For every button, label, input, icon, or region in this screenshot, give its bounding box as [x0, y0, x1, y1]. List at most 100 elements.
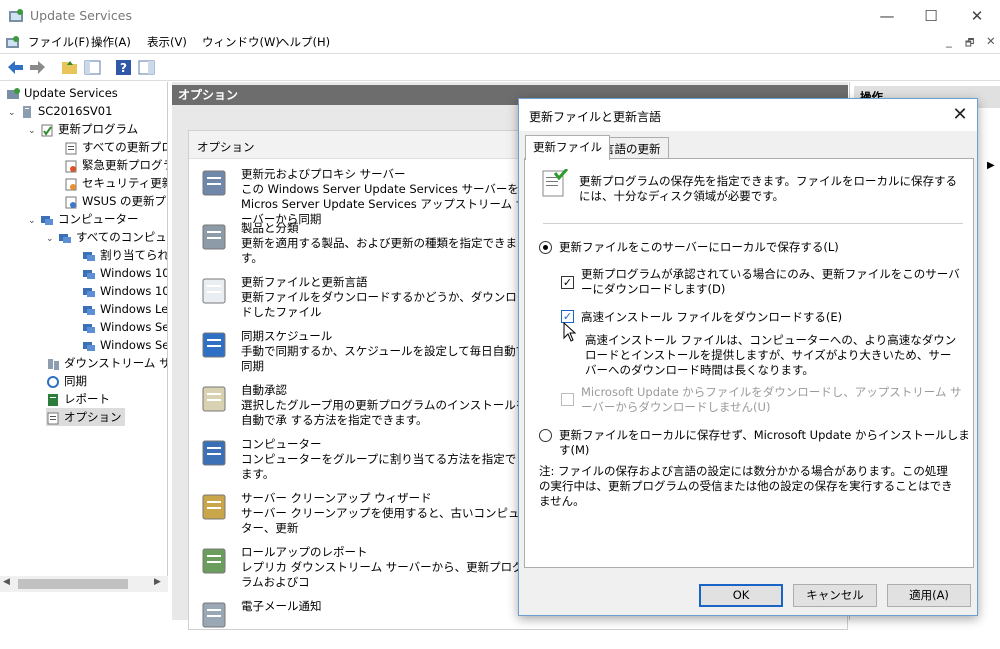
close-button[interactable]: ✕ [954, 0, 1000, 32]
scroll-right-icon[interactable]: ▶ [154, 577, 161, 587]
dialog-close-button[interactable]: ✕ [943, 101, 977, 129]
tree-item-downstream[interactable]: ダウンストリーム サーバ [46, 354, 167, 372]
microsoft-update-checkbox[interactable] [561, 393, 574, 406]
tree-label: セキュリティ更新プ [82, 176, 167, 190]
tree-item-computer-group[interactable]: Windows 10 [82, 264, 167, 282]
option-description: 手動で同期するか、スケジュールを設定して毎日自動で同期 [241, 344, 528, 373]
help-icon[interactable]: ? [114, 58, 133, 77]
tree-item-security-updates[interactable]: セキュリティ更新プ [64, 174, 167, 192]
tree-item-computer-group[interactable]: Windows 10 [82, 282, 168, 300]
store-locally-radio[interactable] [539, 241, 552, 254]
option-title[interactable]: ロールアップのレポート [241, 545, 368, 560]
ok-button[interactable]: OK [699, 584, 783, 607]
tree-item-server[interactable]: ⌄ SC2016SV01 [8, 102, 112, 120]
approved-only-label[interactable]: 更新プログラムが承認されている場合にのみ、更新ファイルをこのサーバーにダウンロー… [581, 267, 963, 297]
tree-label: 緊急更新プログラ [82, 158, 168, 172]
show-hide-tree-icon[interactable] [83, 58, 102, 77]
svg-text:?: ? [120, 61, 127, 75]
option-description: レプリカ ダウンストリーム サーバーから、更新プログラムおよびコ [241, 560, 524, 589]
email-icon [202, 602, 226, 628]
collapse-icon[interactable]: ⌄ [28, 212, 40, 230]
tree-horizontal-scrollbar[interactable]: ◀ ▶ [0, 576, 168, 592]
computer-group-icon [83, 305, 95, 315]
tree-label: WSUS の更新プロ [82, 194, 168, 208]
menu-action[interactable]: 操作(A) [91, 34, 131, 50]
menu-bar: ファイル(F) 操作(A) 表示(V) ウィンドウ(W) ヘルプ(H) _ 🗗 … [0, 32, 1000, 53]
up-folder-icon[interactable] [60, 58, 79, 77]
collapse-icon[interactable]: ⌄ [28, 122, 40, 140]
intro-text: 更新プログラムの保存先を指定できます。ファイルをローカルに保存するには、十分なデ… [579, 174, 958, 203]
tree-label-reports: レポート [64, 392, 110, 406]
option-title[interactable]: コンピューター [241, 437, 322, 452]
tree-item-computer-group[interactable]: Windows Se [82, 336, 167, 354]
update-view-icon [65, 142, 77, 154]
scroll-left-icon[interactable]: ◀ [3, 577, 10, 587]
tree-item-sync[interactable]: 同期 [46, 372, 87, 390]
mdi-close-button[interactable]: ✕ [986, 34, 996, 48]
console-icon[interactable] [5, 35, 20, 50]
option-title[interactable]: 更新元およびプロキシ サーバー [241, 167, 406, 182]
server-icon [202, 170, 226, 196]
tree-item-root[interactable]: Update Services [6, 84, 118, 102]
mdi-minimize-button[interactable]: _ [946, 34, 952, 48]
update-services-icon [7, 87, 20, 99]
tree-item-all-computers[interactable]: ⌄ すべてのコンピュー [46, 228, 167, 248]
tree-item-reports[interactable]: レポート [46, 390, 110, 408]
update-view-icon [65, 160, 77, 172]
computers-icon [41, 215, 53, 225]
updates-icon [41, 124, 53, 136]
forward-arrow-icon[interactable] [28, 58, 47, 77]
collapse-icon[interactable]: ⌄ [46, 230, 58, 248]
sync-icon [47, 375, 59, 388]
option-title[interactable]: サーバー クリーンアップ ウィザード [241, 491, 432, 506]
minimize-button[interactable]: — [864, 0, 910, 32]
option-title[interactable]: 電子メール通知 [241, 599, 322, 614]
mouse-cursor-icon [563, 322, 577, 342]
tree-label-server: SC2016SV01 [38, 104, 113, 118]
tree-item-computer-group[interactable]: Windows Se [82, 318, 167, 336]
tree-item-options[interactable]: オプション [46, 408, 125, 426]
tree-item-computer-group[interactable]: Windows Le [82, 300, 167, 318]
tab-update-files[interactable]: 更新ファイル [525, 135, 610, 160]
apply-button[interactable]: 適用(A) [887, 584, 971, 607]
option-title[interactable]: 製品と分類 [241, 221, 299, 236]
scroll-thumb[interactable] [18, 579, 128, 589]
computer-group-icon [83, 341, 95, 351]
approved-only-checkbox[interactable]: ✓ [561, 276, 574, 289]
sync-icon [202, 332, 226, 358]
action-pane-icon[interactable] [137, 58, 156, 77]
computer-group-icon [83, 323, 95, 333]
tree-item-wsus-updates[interactable]: WSUS の更新プロ [64, 192, 168, 210]
microsoft-update-label[interactable]: Microsoft Update からファイルをダウンロードし、アップストリーム… [581, 385, 963, 415]
tree-item-computer-group[interactable]: 割り当てられ [82, 246, 168, 264]
update-view-icon [65, 196, 77, 208]
computer-icon [202, 440, 226, 466]
tab-page: 更新プログラムの保存先を指定できます。ファイルをローカルに保存するには、十分なデ… [524, 158, 974, 568]
maximize-button[interactable]: ☐ [908, 0, 954, 32]
tree-label: Windows 10 [100, 284, 168, 298]
install-from-mu-radio[interactable] [539, 429, 552, 442]
install-from-mu-label[interactable]: 更新ファイルをローカルに保存せず、Microsoft Update からインスト… [559, 428, 973, 458]
menu-window[interactable]: ウィンドウ(W) [202, 34, 280, 50]
tree-item-updates[interactable]: ⌄ 更新プログラム [28, 120, 138, 138]
store-locally-label[interactable]: 更新ファイルをこのサーバーにローカルで保存する(L) [559, 240, 839, 255]
tree-item-critical-updates[interactable]: 緊急更新プログラ [64, 156, 168, 174]
menu-file[interactable]: ファイル(F) [28, 34, 90, 50]
tree-item-computers[interactable]: ⌄ コンピューター [28, 210, 139, 228]
back-arrow-icon[interactable] [6, 58, 25, 77]
expand-arrow-icon[interactable]: ▶ [987, 160, 995, 171]
tree-label: すべてのコンピュー [76, 230, 167, 244]
menu-view[interactable]: 表示(V) [147, 34, 187, 50]
option-title[interactable]: 更新ファイルと更新言語 [241, 275, 368, 290]
menu-help[interactable]: ヘルプ(H) [278, 34, 330, 50]
tree-item-all-updates[interactable]: すべての更新プロ [64, 138, 167, 156]
option-title[interactable]: 自動承認 [241, 383, 287, 398]
option-description: 選択したグループ用の更新プログラムのインストールを自動で承 する方法を指定できま… [241, 398, 528, 427]
express-files-label[interactable]: 高速インストール ファイルをダウンロードする(E) [581, 310, 842, 325]
mdi-restore-button[interactable]: 🗗 [965, 36, 974, 53]
collapse-icon[interactable]: ⌄ [8, 104, 20, 122]
option-title[interactable]: 同期スケジュール [241, 329, 332, 344]
cancel-button[interactable]: キャンセル [793, 584, 877, 607]
tree-label: 割り当てられ [100, 248, 168, 262]
server-icon [23, 105, 31, 118]
